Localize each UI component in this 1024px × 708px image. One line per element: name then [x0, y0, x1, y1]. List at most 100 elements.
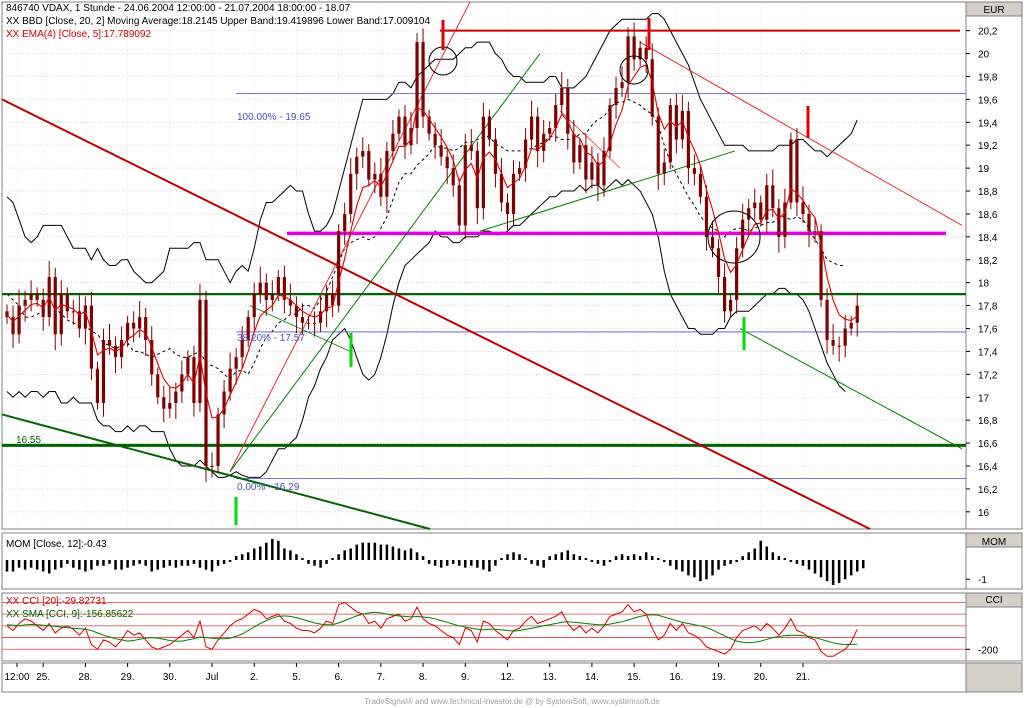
price-unit-label: EUR	[983, 5, 1004, 16]
candle-body	[765, 185, 769, 220]
candle-body	[132, 322, 136, 329]
candle-body	[343, 213, 347, 232]
candle-body	[107, 339, 112, 346]
time-tick-label: 14.	[585, 672, 599, 683]
time-tick-label: 12.	[501, 672, 515, 683]
cci-panel	[1, 592, 967, 662]
mom-panel-title: MOM	[982, 537, 1006, 548]
candle-body	[23, 299, 27, 306]
candle-body	[729, 299, 733, 312]
fib-label-100: 100.00% - 19.65	[237, 112, 311, 123]
candle-body	[234, 357, 238, 369]
price-tick-label: 17,4	[978, 347, 998, 358]
price-tick-label: 19,2	[978, 141, 998, 152]
candle-body	[361, 150, 365, 157]
candle-body	[162, 397, 166, 409]
candle-body	[355, 156, 359, 174]
price-tick-label: 19,4	[978, 118, 998, 129]
candle-body	[644, 47, 648, 60]
chart-canvas: 16 16,2 16,4 16,6 16,8 17 17,2 17,4 17,6 17,8 18 18…	[1, 1, 1023, 706]
candle-body	[536, 116, 540, 151]
candle-body	[270, 294, 274, 300]
candle-body	[487, 116, 491, 140]
candle-body	[716, 248, 721, 277]
candle-body	[53, 276, 57, 335]
candle-body	[210, 465, 214, 467]
time-tick-label: 29.	[121, 672, 135, 683]
candle-body	[83, 305, 87, 329]
candle-body	[469, 145, 473, 151]
candle-body	[499, 173, 504, 203]
candle-body	[698, 173, 703, 197]
price-tick-label: 19,6	[978, 95, 998, 106]
candle-body	[126, 322, 130, 340]
price-tick-label: 18,8	[978, 187, 998, 198]
candle-body	[674, 105, 678, 140]
cci-panel-title: CCI	[985, 595, 1002, 606]
price-tick-label: 16,8	[978, 416, 998, 427]
candle-body	[300, 317, 305, 323]
price-tick-label: 19,8	[978, 72, 998, 83]
candle-body	[722, 276, 727, 312]
time-tick-label: 5.	[292, 672, 300, 683]
candle-body	[710, 236, 715, 249]
chart-title: 846740 VDAX, 1 Stunde - 24.06.2004 12:00…	[6, 3, 351, 14]
fib-label-382: 38.20% - 17.57	[237, 333, 305, 344]
candle-body	[511, 173, 516, 214]
candle-body	[276, 276, 280, 295]
mom-legend: MOM [Close, 12]:-0.43	[6, 539, 107, 550]
candle-body	[258, 282, 262, 295]
cci-sma-legend: XX SMA [CCI, 9]:-156.85622	[6, 609, 134, 620]
ema-legend: XX EMA(4) [Close, 5]:17.789092	[6, 29, 152, 40]
time-tick-label: 21.	[796, 672, 810, 683]
time-tick-label: 8.	[419, 672, 427, 683]
candle-body	[457, 185, 461, 226]
candle-body	[264, 282, 268, 300]
price-tick-label: 17,2	[978, 370, 998, 381]
candle-body	[463, 145, 467, 226]
candle-body	[228, 368, 232, 392]
candle-body	[771, 185, 775, 209]
candle-body	[174, 391, 178, 403]
candle-body	[849, 322, 853, 329]
candle-body	[517, 168, 522, 174]
price-tick-label: 20,2	[978, 27, 998, 38]
candle-body	[421, 42, 425, 117]
candle-body	[831, 339, 835, 346]
time-tick-label: 15.	[627, 672, 641, 683]
time-tick-label: Jul	[206, 672, 219, 683]
candle-body	[445, 156, 449, 169]
price-tick-label: 16,2	[978, 485, 998, 496]
candle-body	[95, 368, 100, 403]
fib-label-0: 0.00% - 16.29	[237, 482, 300, 493]
candle-body	[186, 357, 190, 375]
candle-body	[656, 116, 660, 174]
candle-body	[312, 322, 317, 324]
price-tick-label: 19	[978, 164, 990, 175]
candle-body	[747, 208, 751, 220]
price-tick-label: 18,4	[978, 233, 998, 244]
candle-body	[620, 82, 624, 88]
time-tick-label: 9.	[461, 672, 469, 683]
candle-body	[433, 133, 437, 146]
candle-body	[65, 294, 69, 312]
time-tick-label: 25.	[36, 672, 50, 683]
candle-body	[35, 294, 39, 300]
candle-body	[668, 105, 672, 163]
footer-credit: TradeSignal® and www.technical-investor.…	[364, 697, 660, 706]
corner-box	[965, 662, 1023, 693]
time-tick-label: 19.	[712, 672, 726, 683]
price-tick-label: 16,6	[978, 439, 998, 450]
candle-body	[837, 345, 841, 347]
cci-legend: XX CCI [20]:-29.82731	[6, 596, 107, 607]
candle-body	[801, 202, 805, 214]
candle-body	[560, 87, 564, 106]
candle-body	[704, 196, 709, 237]
candle-body	[825, 299, 829, 340]
candle-body	[337, 231, 341, 306]
candle-body	[590, 162, 594, 180]
candle-body	[572, 133, 576, 163]
bbd-legend: XX BBD [Close, 20, 2] Moving Average:18.…	[6, 16, 430, 27]
candle-body	[753, 202, 757, 209]
candle-body	[530, 116, 534, 140]
